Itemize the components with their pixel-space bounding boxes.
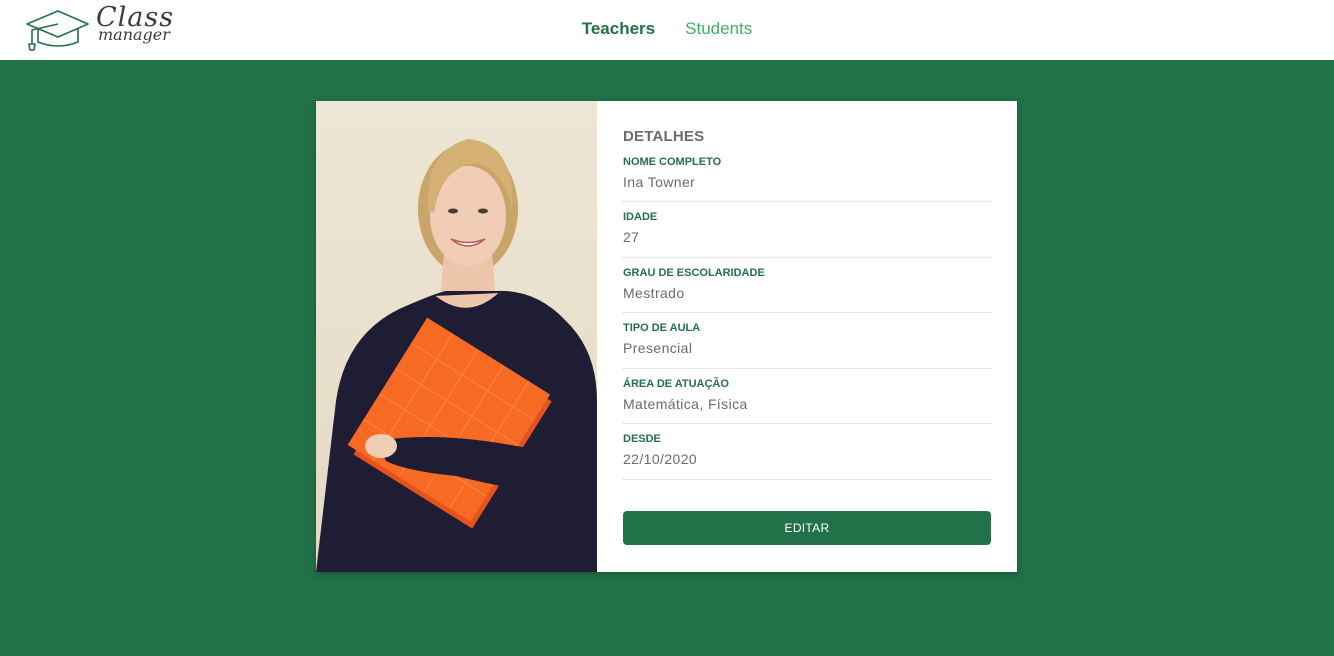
field-education-level: GRAU DE ESCOLARIDADE Mestrado [623, 258, 991, 314]
field-value: Mestrado [623, 284, 685, 301]
field-class-type: TIPO DE AULA Presencial [623, 313, 991, 369]
nav-students-link[interactable]: Students [685, 19, 752, 39]
top-header: Class manager Teachers Students [0, 0, 1334, 60]
field-value: Ina Towner [623, 174, 696, 190]
field-value: Matemática, Física [623, 395, 748, 412]
field-label: GRAU DE ESCOLARIDADE [623, 266, 765, 279]
field-subject-area: ÁREA DE ATUAÇÃO Matemática, Física [623, 369, 991, 425]
field-label: IDADE [623, 211, 658, 223]
details-panel: DETALHES NOME COMPLETO Ina Towner IDADE … [623, 127, 991, 480]
main-nav: Teachers Students [0, 0, 1334, 60]
details-heading: DETALHES [623, 128, 705, 145]
field-label: NOME COMPLETO [623, 156, 722, 168]
field-value: Presencial [623, 340, 693, 357]
edit-button[interactable]: EDITAR [623, 511, 991, 545]
nav-teachers-link[interactable]: Teachers [582, 19, 655, 39]
teacher-portrait-illustration [316, 139, 597, 572]
teacher-detail-card: DETALHES NOME COMPLETO Ina Towner IDADE … [316, 101, 1017, 572]
field-age: IDADE 27 [623, 202, 991, 258]
field-full-name: NOME COMPLETO Ina Towner [623, 150, 991, 202]
field-label: DESDE [623, 433, 661, 446]
field-value: 27 [623, 229, 640, 245]
field-label: ÁREA DE ATUAÇÃO [623, 377, 729, 390]
teacher-photo [316, 101, 597, 572]
field-label: TIPO DE AULA [623, 322, 701, 335]
field-value: 22/10/2020 [623, 451, 698, 468]
field-since-date: DESDE 22/10/2020 [623, 424, 991, 480]
